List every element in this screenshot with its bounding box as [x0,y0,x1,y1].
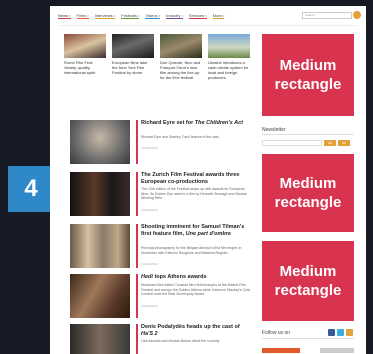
search-input[interactable]: Search [302,12,352,19]
web-page: News▾ Films▾ Interviews▾ Festivals▾ Vide… [50,6,366,354]
facebook-icon[interactable] [328,329,335,336]
article-accent-bar [136,274,138,318]
article-meta: | 03/10/2016 [141,262,158,266]
featured-thumbnail[interactable] [112,34,154,58]
featured-story[interactable]: Rome Film Fest: Variety, quality, intern… [64,34,106,80]
featured-caption[interactable]: Rome Film Fest: Variety, quality, intern… [64,60,106,75]
search-button[interactable] [353,11,361,19]
newsletter-heading: Newsletter [262,127,286,133]
ad-medium-rectangle[interactable]: Medium rectangle [262,154,354,232]
article-title[interactable]: Richard Eyre set for The Children's Act [141,120,253,127]
newsletter-email-input[interactable] [262,140,322,146]
article-title[interactable]: Hedi tops Athens awards [141,274,253,281]
article-excerpt: The 12th edition of the Festival wraps u… [141,187,247,200]
ad-medium-rectangle[interactable]: Medium rectangle [262,34,354,116]
nav-item-services[interactable]: Services▾ [188,13,207,19]
article-title[interactable]: Shooting imminent for Samuel Tilman's fi… [141,224,253,238]
article-accent-bar [136,224,138,268]
nav-item-industry[interactable]: Industry▾ [166,13,183,19]
featured-caption[interactable]: Ukraine introduces a cash rebate system … [208,60,250,80]
ad-medium-rectangle[interactable]: Medium rectangle [262,241,354,321]
article-item[interactable]: The Zurich Film Festival awards three Eu… [70,172,253,216]
nav-item-more[interactable]: More▾ [212,13,225,19]
article-thumbnail[interactable] [70,172,130,216]
article-excerpt: Lisa Azuelos and Nicolas Bedos direct th… [141,339,220,343]
featured-story[interactable]: Don Quixote, Nico and François Ozon's ne… [160,34,202,80]
featured-story[interactable]: European films take the New York Film Fe… [112,34,154,80]
featured-thumbnail[interactable] [208,34,250,58]
article-thumbnail[interactable] [70,224,130,268]
article-accent-bar [136,120,138,164]
article-meta: | 16/06/2016 [141,146,158,150]
article-thumbnail[interactable] [70,120,130,164]
article-item[interactable]: Richard Eyre set for The Children's Act … [70,120,253,164]
follow-us-heading: Follow us on [262,330,291,336]
article-item[interactable]: Shooting imminent for Samuel Tilman's fi… [70,224,253,268]
article-title[interactable]: The Zurich Film Festival awards three Eu… [141,172,253,186]
featured-thumbnail[interactable] [64,34,106,58]
article-item[interactable]: Denis Podalydès heads up the cast of Ha'… [70,324,252,354]
nav-item-festivals[interactable]: Festivals▾ [121,13,140,19]
nav-item-films[interactable]: Films▾ [76,13,89,19]
article-excerpt: Richard Eyre and Stanley Tucci feature i… [141,135,219,139]
article-thumbnail[interactable] [70,274,130,318]
article-excerpt: Mohamed Ben Attia's Tunisian film Hedi t… [141,283,250,296]
nav-item-interviews[interactable]: Interviews▾ [94,13,116,19]
step-number-badge: 4 [8,166,54,212]
newsletter-divider [262,134,354,135]
article-excerpt: Principal photography for the Belgian di… [141,246,242,255]
newsletter-subscribe-button[interactable]: OK [324,140,336,146]
article-accent-bar [136,324,138,354]
rss-icon[interactable] [346,329,353,336]
article-meta: | 03/10/2016 [141,304,158,308]
main-nav: News▾ Films▾ Interviews▾ Festivals▾ Vide… [58,10,225,22]
article-item[interactable]: Hedi tops Athens awards Mohamed Ben Atti… [70,274,253,318]
sidebar-tab-active[interactable] [262,348,300,353]
featured-story[interactable]: Ukraine introduces a cash rebate system … [208,34,250,80]
twitter-icon[interactable] [337,329,344,336]
nav-item-videos[interactable]: Videos▾ [145,13,161,19]
featured-stories: Rome Film Fest: Variety, quality, intern… [64,34,250,80]
article-meta: | 03/10/2016 [141,208,158,212]
sidebar-tab[interactable] [320,348,354,353]
article-thumbnail[interactable] [70,324,130,354]
article-title[interactable]: Denis Podalydès heads up the cast of Ha'… [141,324,253,338]
follow-divider [262,338,354,339]
featured-caption[interactable]: Don Quixote, Nico and François Ozon's ne… [160,60,202,80]
featured-caption[interactable]: European films take the New York Film Fe… [112,60,154,75]
nav-item-news[interactable]: News▾ [58,13,71,19]
header-divider [58,25,358,26]
newsletter-subscribe-button[interactable]: OK [338,140,350,146]
article-accent-bar [136,172,138,216]
featured-thumbnail[interactable] [160,34,202,58]
